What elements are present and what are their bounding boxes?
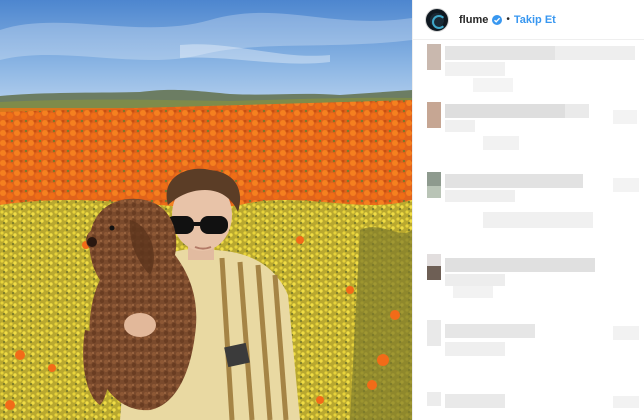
profile-avatar[interactable] <box>425 7 449 32</box>
blurred-comment <box>413 316 644 376</box>
instagram-post: flume • Takip Et <box>0 0 644 420</box>
comments-list <box>413 40 644 420</box>
post-header: flume • Takip Et <box>413 0 644 40</box>
username-link[interactable]: flume <box>459 14 488 26</box>
poppy-field-image <box>0 0 412 420</box>
post-side-panel: flume • Takip Et <box>412 0 644 420</box>
separator-dot: • <box>506 14 510 25</box>
follow-button[interactable]: Takip Et <box>514 14 556 26</box>
post-photo[interactable] <box>0 0 412 420</box>
blurred-comment <box>413 168 644 238</box>
verified-badge-icon <box>492 14 503 25</box>
blurred-comment <box>413 40 644 100</box>
blurred-comment <box>413 250 644 310</box>
blurred-comment <box>413 98 644 158</box>
blurred-comment <box>413 386 644 420</box>
